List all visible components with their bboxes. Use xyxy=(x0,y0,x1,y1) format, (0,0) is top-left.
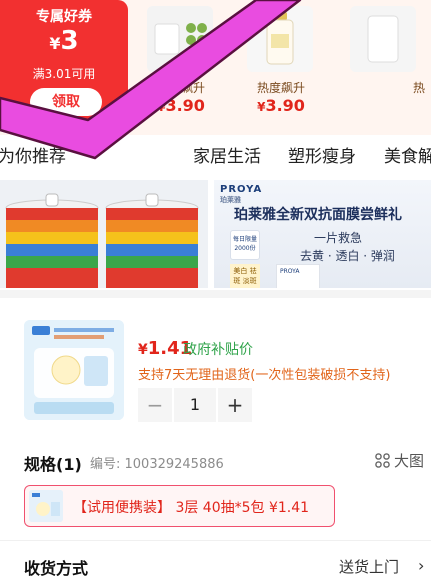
return-policy: 支持7天无理由退货(一次性包装破损不支持) xyxy=(138,368,391,383)
spec-option-image xyxy=(29,490,63,522)
promo-label: 热度飙升 xyxy=(256,81,305,95)
increase-quantity-button[interactable]: + xyxy=(218,388,252,422)
coupon-title: 专属好券 xyxy=(36,9,92,25)
promo-label: 热 xyxy=(412,81,425,95)
delivery-heading: 收货方式 xyxy=(24,559,89,578)
quantity-value[interactable]: 1 xyxy=(174,388,216,422)
tab-recommended[interactable]: 为你推荐 xyxy=(0,142,66,167)
tab-home-living[interactable]: 家居生活 xyxy=(193,142,261,167)
banner-subtitle-benefits: 去黄 · 透白 · 弹润 xyxy=(300,249,395,263)
claim-coupon-button[interactable]: 领取 xyxy=(30,88,102,116)
sponge-banner[interactable] xyxy=(0,180,208,288)
whitening-tag: 美白 祛斑 淡斑 xyxy=(230,264,260,288)
decrease-quantity-button[interactable]: − xyxy=(138,388,172,422)
sponge-product-image xyxy=(0,180,208,288)
quantity-stepper: − 1 + xyxy=(138,388,252,422)
grid-icon xyxy=(375,453,390,468)
coupon-value: 3 xyxy=(60,26,79,56)
subsidy-label: 政府补贴价 xyxy=(183,342,253,358)
product-image[interactable] xyxy=(24,320,124,420)
promo-product-image xyxy=(147,6,213,72)
banner-subtitle: 一片救急 xyxy=(314,231,363,245)
big-view-label: 大图 xyxy=(394,452,425,470)
spec-heading: 规格(1) xyxy=(24,455,82,474)
chevron-right-icon[interactable]: › xyxy=(418,556,424,575)
banner-row: PROYA 珀莱雅 珀莱雅全新双抗面膜尝鲜礼 一片救急 去黄 · 透白 · 弹润… xyxy=(0,180,431,288)
coupon-currency: ¥ xyxy=(49,34,61,53)
divider xyxy=(0,540,431,541)
spec-option-label: 【试用便携装】 3层 40抽*5包 ¥1.41 xyxy=(73,500,310,516)
tab-body-shaping[interactable]: 塑形瘦身 xyxy=(288,142,356,167)
promo-product-image xyxy=(350,6,416,72)
coupon-condition: 满3.01可用 xyxy=(32,67,96,81)
proya-logo: PROYA 珀莱雅 xyxy=(220,184,263,204)
promo-label: 热度飙升 xyxy=(156,81,205,95)
spec-option-selected[interactable]: 【试用便携装】 3层 40抽*5包 ¥1.41 xyxy=(24,485,335,527)
category-tabs: 为你推荐 家居生活 塑形瘦身 美食解馋 xyxy=(0,138,431,170)
promo-item[interactable]: 热度飙升 ¥3.90 xyxy=(136,6,226,124)
promo-item[interactable]: 热度飙升 ¥3.90 xyxy=(236,6,326,124)
big-view-toggle[interactable]: 大图 xyxy=(375,450,424,470)
mask-box-image: PROYA xyxy=(276,264,320,288)
sku-number: 编号: 100329245886 xyxy=(90,457,224,472)
promo-product-image xyxy=(247,6,313,72)
banner-title: 珀莱雅全新双抗面膜尝鲜礼 xyxy=(234,207,402,223)
delivery-method[interactable]: 送货上门 xyxy=(339,556,399,577)
coupon-card[interactable]: 专属好券 ¥3 满3.01可用 领取 xyxy=(0,0,128,128)
coupon-strip: 专属好券 ¥3 满3.01可用 领取 热度飙升 ¥3.90 热度飙升 ¥3.90… xyxy=(0,0,431,135)
limited-quantity-badge: 每日限量 2000份 xyxy=(230,230,260,260)
promo-price: ¥3.90 xyxy=(257,96,305,115)
promo-item[interactable]: 热 xyxy=(336,6,431,124)
section-divider xyxy=(0,290,431,298)
tab-snacks[interactable]: 美食解馋 xyxy=(384,142,431,167)
proya-banner[interactable]: PROYA 珀莱雅 珀莱雅全新双抗面膜尝鲜礼 一片救急 去黄 · 透白 · 弹润… xyxy=(214,180,431,288)
promo-price: ¥3.90 xyxy=(157,96,205,115)
coupon-amount: ¥3 xyxy=(0,26,128,56)
